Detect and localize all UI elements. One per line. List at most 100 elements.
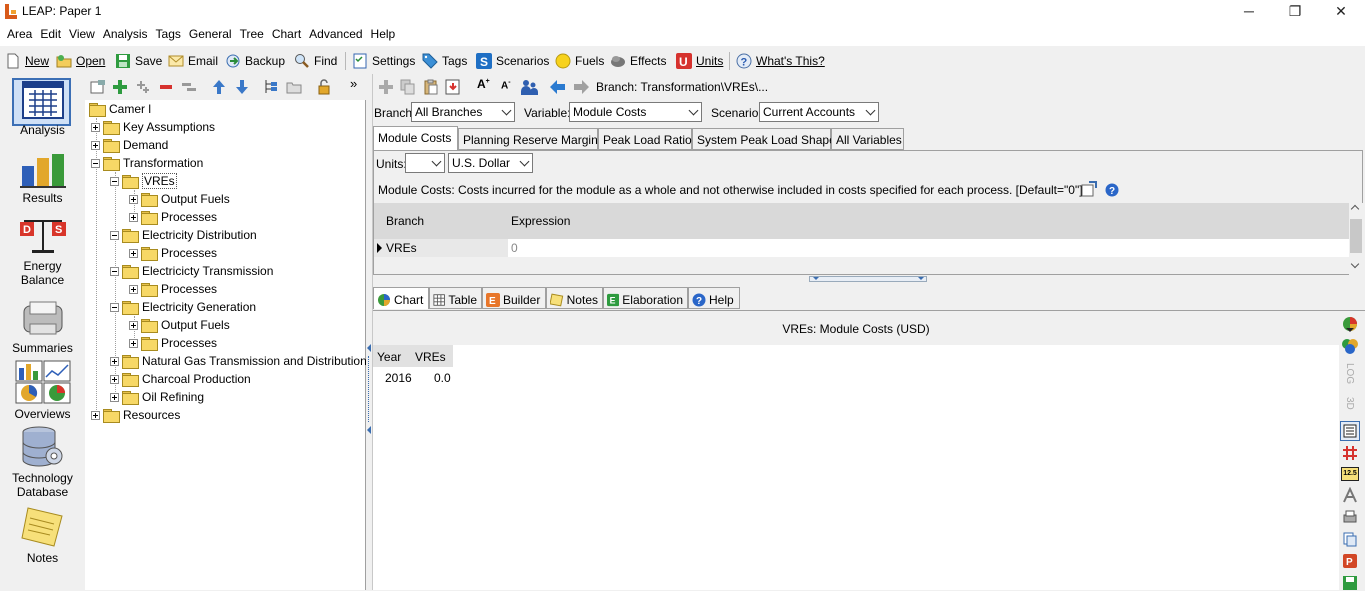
tree-node-vres[interactable]: VREs	[110, 172, 177, 190]
units-scale-dropdown[interactable]	[405, 153, 445, 173]
add-branch-icon[interactable]	[112, 79, 128, 95]
menu-tags[interactable]: Tags	[152, 24, 185, 46]
branch-dropdown[interactable]: All Branches	[411, 102, 515, 122]
expand-plus-icon[interactable]	[129, 338, 138, 348]
tab-all-variables[interactable]: All Variables	[831, 128, 904, 150]
view-technology-database[interactable]: Technology Database	[0, 426, 85, 499]
tree-node-oil-refining[interactable]: Oil Refining	[110, 388, 204, 406]
expand-plus-icon[interactable]	[91, 122, 100, 132]
expand-plus-icon[interactable]	[91, 410, 100, 420]
whats-this-button[interactable]: ? What's This?	[736, 51, 825, 71]
tab-notes[interactable]: Notes	[546, 287, 603, 309]
log-scale-toggle[interactable]: LOG	[1344, 363, 1355, 384]
table-view-toggle[interactable]	[1340, 421, 1360, 441]
edit-default-icon[interactable]	[1081, 181, 1097, 197]
collapse-minus-icon[interactable]	[110, 176, 119, 186]
description-help-icon[interactable]: ?	[1105, 183, 1119, 197]
lock-icon[interactable]	[316, 79, 332, 95]
delete-multiple-icon[interactable]	[181, 79, 197, 95]
copy-icon[interactable]	[400, 79, 416, 95]
move-down-arrow-icon[interactable]	[234, 79, 250, 95]
currency-dropdown[interactable]: U.S. Dollar	[448, 153, 533, 173]
grid-cell-expression[interactable]: 0	[511, 241, 518, 255]
splitter-left-arrow-icon[interactable]	[367, 344, 371, 352]
menu-view[interactable]: View	[65, 24, 99, 46]
expand-plus-icon[interactable]	[110, 374, 119, 384]
expand-plus-icon[interactable]	[129, 248, 138, 258]
tree-toolbar-overflow-icon[interactable]: »	[350, 76, 357, 91]
tree-properties-icon[interactable]	[90, 79, 106, 95]
menu-general[interactable]: General	[185, 24, 236, 46]
tab-peak-load-ratio[interactable]: Peak Load Ratio	[598, 128, 692, 150]
copy-clipboard-icon[interactable]	[1342, 531, 1358, 547]
view-results[interactable]: Results	[0, 152, 85, 205]
tree-node-vres-output-fuels[interactable]: Output Fuels	[129, 190, 230, 208]
collapse-minus-icon[interactable]	[91, 158, 100, 168]
tree-node-distribution-processes[interactable]: Processes	[129, 244, 217, 262]
font-icon[interactable]	[1342, 487, 1358, 503]
forward-arrow-icon[interactable]	[574, 80, 589, 94]
units-button[interactable]: U Units	[676, 51, 723, 71]
close-button[interactable]: ✕	[1318, 0, 1364, 24]
backup-button[interactable]: Backup	[225, 51, 285, 71]
panel-splitter[interactable]	[366, 74, 373, 590]
number-format-button[interactable]: 12.5	[1341, 467, 1359, 481]
splitter-down-arrow-icon[interactable]	[918, 277, 924, 280]
tab-builder[interactable]: E Builder	[482, 287, 546, 309]
tree-node-electricity-transmission[interactable]: Electricicty Transmission	[110, 262, 273, 280]
fuels-button[interactable]: Fuels	[555, 51, 604, 71]
expand-plus-icon[interactable]	[129, 212, 138, 222]
collapse-minus-icon[interactable]	[110, 302, 119, 312]
expand-plus-icon[interactable]	[91, 140, 100, 150]
tags-button[interactable]: Tags	[422, 51, 467, 71]
tree-folder-icon[interactable]	[286, 79, 302, 95]
collapse-minus-icon[interactable]	[110, 230, 119, 240]
view-overviews[interactable]: Overviews	[0, 360, 85, 421]
chart-colors-icon[interactable]	[1341, 337, 1359, 355]
tab-system-peak-load-shape[interactable]: System Peak Load Shape	[692, 128, 836, 150]
tab-table[interactable]: Table	[429, 287, 482, 309]
collapse-minus-icon[interactable]	[110, 266, 119, 276]
tree-node-natural-gas[interactable]: Natural Gas Transmission and Distributio…	[110, 352, 367, 370]
tree-node-electricity-generation[interactable]: Electricity Generation	[110, 298, 256, 316]
tab-elaboration[interactable]: E Elaboration	[603, 287, 688, 309]
scroll-up-icon[interactable]	[1350, 204, 1360, 214]
tree-node-resources[interactable]: Resources	[91, 406, 180, 424]
tab-chart[interactable]: Chart	[373, 287, 429, 309]
menu-area[interactable]: Area	[3, 24, 36, 46]
tab-help[interactable]: ? Help	[688, 287, 740, 309]
splitter-down-arrow-icon[interactable]	[813, 277, 819, 280]
tree-outline-icon[interactable]	[263, 79, 279, 95]
expand-plus-icon[interactable]	[129, 284, 138, 294]
expand-plus-icon[interactable]	[129, 320, 138, 330]
tree-node-demand[interactable]: Demand	[91, 136, 168, 154]
find-button[interactable]: Find	[294, 51, 337, 71]
tab-module-costs[interactable]: Module Costs	[373, 126, 458, 150]
save-chart-icon[interactable]	[1342, 575, 1358, 591]
tree-node-electricity-distribution[interactable]: Electricity Distribution	[110, 226, 257, 244]
chart-type-pie-icon[interactable]	[1341, 315, 1359, 333]
menu-analysis[interactable]: Analysis	[99, 24, 152, 46]
menu-advanced[interactable]: Advanced	[305, 24, 366, 46]
grid-scrollbar[interactable]	[1349, 203, 1363, 275]
view-notes[interactable]: Notes	[0, 506, 85, 565]
menu-tree[interactable]: Tree	[236, 24, 268, 46]
splitter-left-arrow-icon[interactable]	[367, 426, 371, 434]
expand-plus-icon[interactable]	[110, 392, 119, 402]
add-multiple-icon[interactable]	[135, 79, 151, 95]
tree-node-transmission-processes[interactable]: Processes	[129, 280, 217, 298]
print-icon[interactable]	[1342, 509, 1358, 525]
import-icon[interactable]	[445, 79, 461, 95]
view-analysis[interactable]: Analysis	[0, 80, 85, 137]
3d-toggle[interactable]: 3D	[1344, 397, 1355, 410]
variable-dropdown[interactable]: Module Costs	[569, 102, 702, 122]
menu-chart[interactable]: Chart	[268, 24, 305, 46]
powerpoint-export-icon[interactable]: P	[1342, 553, 1358, 569]
tree-node-root[interactable]: Camer l	[89, 100, 151, 118]
font-increase-icon[interactable]: A+	[477, 77, 490, 91]
tree-node-transformation[interactable]: Transformation	[91, 154, 203, 172]
email-button[interactable]: Email	[168, 51, 218, 71]
maximize-button[interactable]: ❐	[1272, 0, 1318, 24]
tree-node-vres-processes[interactable]: Processes	[129, 208, 217, 226]
back-arrow-icon[interactable]	[550, 80, 565, 94]
